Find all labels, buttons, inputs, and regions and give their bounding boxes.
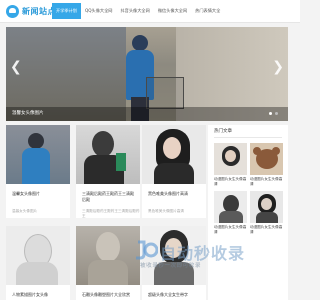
banner-photo-cart — [146, 77, 184, 109]
article-card[interactable]: 三清殿后殿药王殿药王三清殿后殿 三清殿后殿药王殿药王三清殿后殿药王 — [76, 125, 140, 218]
main-nav: 开学季计划 QQ头像大全网 抖音头像大全网 微信头像大全网 热门表情大全 — [52, 3, 224, 19]
article-title[interactable]: 黑色唯美头像图片高清 — [148, 191, 202, 197]
article-title[interactable]: 三清殿后殿药王殿药王三清殿后殿 — [82, 191, 136, 203]
article-meta: 三清殿后殿药王殿药王三清殿后殿药王 — [82, 209, 140, 218]
carousel-dot[interactable] — [269, 112, 272, 115]
sidebar-thumbnail[interactable] — [250, 143, 283, 175]
article-thumbnail[interactable] — [76, 125, 140, 184]
sidebar-divider — [214, 137, 282, 138]
article-meta: 黑色唯美头像图片高清 — [148, 209, 184, 213]
nav-item-1[interactable]: 开学季计划 — [52, 3, 81, 19]
article-card[interactable]: 人物素描图片女头像 — [6, 226, 70, 300]
chevron-right-icon[interactable]: ❯ — [272, 60, 284, 74]
article-thumbnail[interactable] — [76, 226, 140, 285]
sidebar-thumbnail[interactable] — [214, 143, 247, 175]
nav-item-3[interactable]: 抖音头像大全网 — [116, 3, 153, 19]
logo-icon — [6, 4, 19, 18]
sidebar-item-caption[interactable]: 动漫图片女生头像高清 — [214, 177, 247, 187]
article-title[interactable]: 石雕头像雕塑图片大全欣赏 — [82, 292, 136, 298]
carousel-dots — [269, 112, 278, 115]
nav-item-5[interactable]: 热门表情大全 — [191, 3, 224, 19]
article-thumbnail[interactable] — [142, 125, 206, 184]
article-title[interactable]: 人物素描图片女头像 — [12, 292, 66, 298]
site-logo[interactable]: 新闻站点 — [6, 3, 56, 19]
article-thumbnail[interactable] — [6, 125, 70, 184]
article-title[interactable]: 超级头像大全女生带字 — [148, 292, 202, 298]
article-title[interactable]: 温馨女头像图片 — [12, 191, 66, 197]
sidebar-hot-articles: 热门文章 动漫图片女生头像高清 动漫图片女生头像高清 动漫图片女生头像高清 动漫… — [208, 125, 288, 300]
hero-carousel[interactable]: ❮ ❯ 温馨女头像图片 — [6, 27, 288, 121]
top-navbar: 新闻站点 开学季计划 QQ头像大全网 抖音头像大全网 微信头像大全网 热门表情大… — [0, 0, 300, 23]
logo-text: 新闻站点 — [22, 6, 56, 16]
sidebar-thumbnail[interactable] — [214, 191, 247, 223]
article-meta: 温馨女头像图片 — [12, 209, 38, 213]
article-card[interactable]: 温馨女头像图片 温馨女头像图片 — [6, 125, 70, 218]
article-card[interactable]: 超级头像大全女生带字 — [142, 226, 206, 300]
sidebar-title: 热门文章 — [214, 129, 232, 134]
carousel-dot[interactable] — [275, 112, 278, 115]
article-card[interactable]: 黑色唯美头像图片高清 黑色唯美头像图片高清 — [142, 125, 206, 218]
article-thumbnail[interactable] — [142, 226, 206, 285]
banner-caption[interactable]: 温馨女头像图片 — [12, 107, 44, 121]
sidebar-item-caption[interactable]: 动漫图片女生头像高清 — [250, 225, 283, 235]
sidebar-thumbnail[interactable] — [250, 191, 283, 223]
sidebar-item-caption[interactable]: 动漫图片女生头像高清 — [214, 225, 247, 235]
nav-item-4[interactable]: 微信头像大全网 — [154, 3, 191, 19]
banner-caption-bar: 温馨女头像图片 — [6, 107, 288, 121]
article-card[interactable]: 石雕头像雕塑图片大全欣赏 — [76, 226, 140, 300]
chevron-left-icon[interactable]: ❮ — [10, 60, 22, 74]
nav-item-2[interactable]: QQ头像大全网 — [81, 3, 117, 19]
sidebar-item-caption[interactable]: 动漫图片女生头像高清 — [250, 177, 283, 187]
article-thumbnail[interactable] — [6, 226, 70, 285]
